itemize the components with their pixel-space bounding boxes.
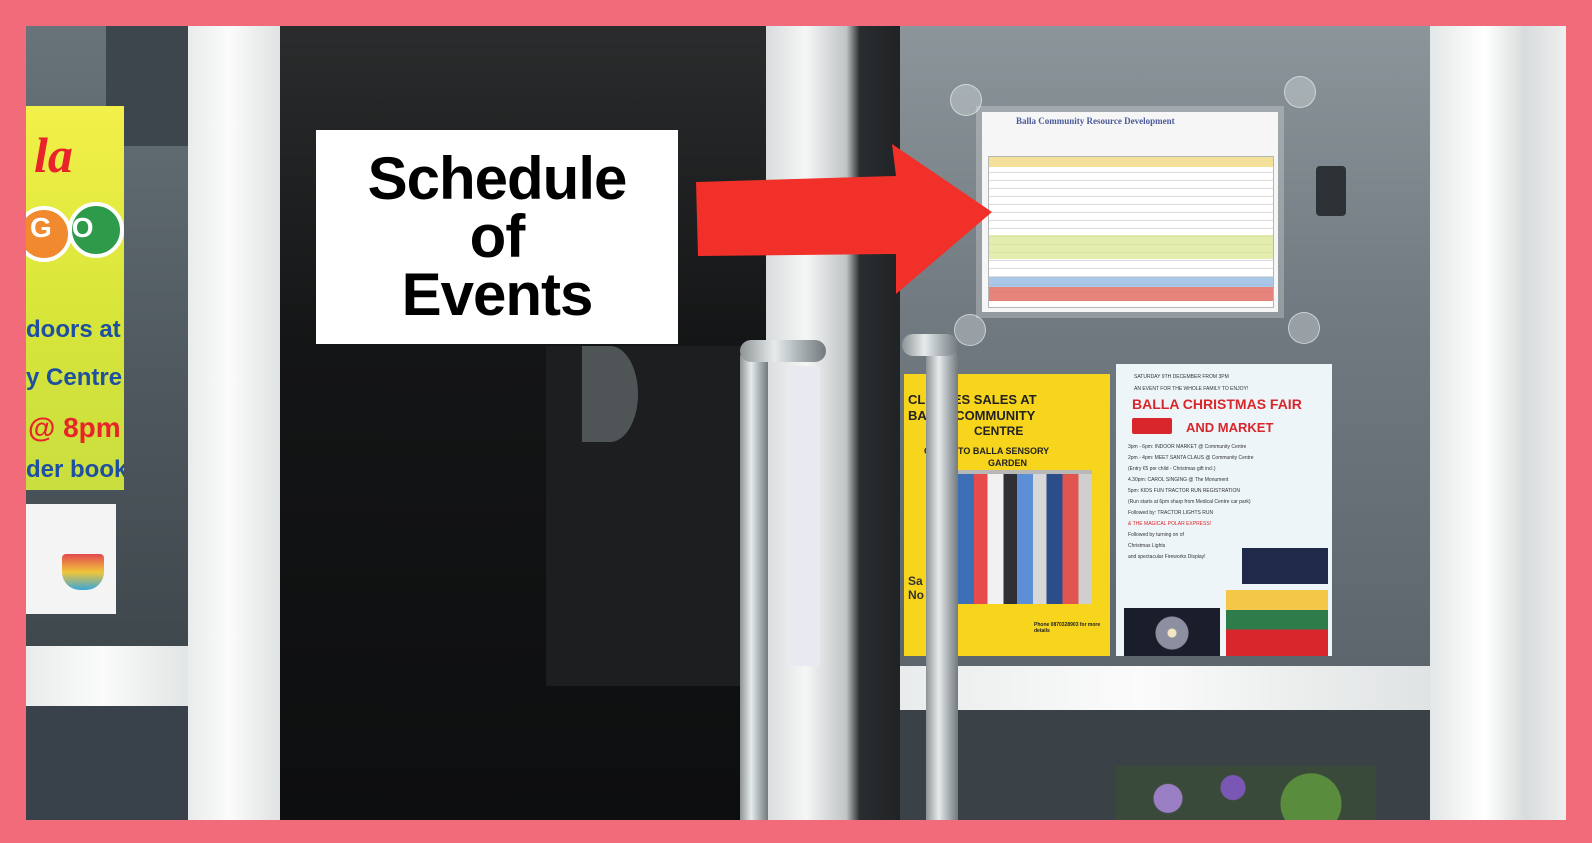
door-handle-bar xyxy=(902,334,958,356)
schedule-table-header xyxy=(989,157,1273,167)
schedule-band-red xyxy=(989,287,1273,301)
christmas-title-1: BALLA CHRISTMAS FAIR xyxy=(1132,396,1302,412)
bingo-line-1: doors at xyxy=(26,316,121,343)
christmas-item: 2pm - 4pm: MEET SANTA CLAUS @ Community … xyxy=(1128,455,1254,461)
christmas-item: 5pm: KIDS FUN TRACTOR RUN REGISTRATION xyxy=(1128,488,1240,494)
small-basket-poster xyxy=(26,504,116,614)
bingo-balls-text: GO xyxy=(30,212,114,243)
callout-text: Schedule of Events xyxy=(367,145,628,328)
left-pillar xyxy=(188,26,280,820)
christmas-header-2: AN EVENT FOR THE WHOLE FAMILY TO ENJOY! xyxy=(1134,386,1249,392)
right-window-sill xyxy=(900,666,1430,710)
door-handle-left xyxy=(740,344,768,820)
callout-line-2: of xyxy=(469,203,526,270)
left-window-lower-glass xyxy=(26,706,188,820)
left-window-sill xyxy=(26,646,196,706)
christmas-item: 4.30pm: CAROL SINGING @ The Monument xyxy=(1128,477,1229,483)
christmas-item: 3pm - 6pm: INDOOR MARKET @ Community Cen… xyxy=(1128,444,1247,450)
callout-line-1: Schedule xyxy=(367,145,628,212)
christmas-title-2: AND MARKET xyxy=(1186,420,1274,435)
christmas-item: Followed by turning on of xyxy=(1128,532,1184,538)
right-pillar xyxy=(1430,26,1566,820)
christmas-header-1: SATURDAY 9TH DECEMBER FROM 3PM xyxy=(1134,374,1229,380)
schedule-band-yellow xyxy=(989,235,1273,259)
christmas-item: & THE MAGICAL POLAR EXPRESS! xyxy=(1128,521,1212,527)
bingo-line-4: der books xyxy=(26,456,124,483)
tractor-lights-image xyxy=(1242,548,1328,584)
christmas-item-list: 3pm - 6pm: INDOOR MARKET @ Community Cen… xyxy=(1128,442,1328,563)
christmas-item: (Entry €5 per child - Christmas gift inc… xyxy=(1128,466,1216,472)
christmas-village-image xyxy=(1226,590,1328,656)
bingo-partial-word: la xyxy=(34,127,73,183)
suction-cup xyxy=(1288,312,1320,344)
red-arrow xyxy=(696,144,992,294)
suction-cup xyxy=(1284,76,1316,108)
door-handle-bar xyxy=(740,340,826,362)
interior-wall-panel xyxy=(546,346,746,686)
schedule-poster-title: Balla Community Resource Development xyxy=(1016,116,1175,126)
tractor-icon xyxy=(1132,418,1172,434)
christmas-fair-poster: SATURDAY 9TH DECEMBER FROM 3PM AN EVENT … xyxy=(1116,364,1332,656)
bingo-poster: la GO doors at y Centre @ 8pm der books xyxy=(26,106,124,490)
schedule-of-events-callout: Schedule of Events xyxy=(316,130,678,344)
suction-cup xyxy=(950,84,982,116)
flower-pot xyxy=(1116,766,1376,820)
bingo-line-2: y Centre xyxy=(26,364,123,391)
red-arrow-shape xyxy=(696,144,992,294)
bingo-line-3: @ 8pm xyxy=(28,412,121,443)
christmas-item: Followed by: TRACTOR LIGHTS RUN xyxy=(1128,510,1214,516)
door-white-cloth xyxy=(790,366,820,666)
clothes-line-3: CENTRE xyxy=(974,424,1024,438)
schedule-table xyxy=(988,156,1274,308)
clothes-contact: Phone 0870328903 for more details xyxy=(1034,622,1101,634)
street-lamp-reflection xyxy=(1316,166,1346,216)
fruit-basket-image xyxy=(62,554,104,590)
callout-line-3: Events xyxy=(401,261,594,328)
fireworks-image xyxy=(1124,608,1220,656)
storefront-photo: la GO doors at y Centre @ 8pm der books … xyxy=(26,26,1566,820)
schedule-poster: Balla Community Resource Development xyxy=(982,112,1278,312)
suction-cup xyxy=(954,314,986,346)
clothes-rack-image xyxy=(958,470,1092,604)
door-handle-right xyxy=(926,344,958,820)
clothes-line-5: GARDEN xyxy=(988,458,1028,468)
christmas-item: (Run starts at 6pm sharp from Medical Ce… xyxy=(1128,499,1251,505)
interior-mirror xyxy=(582,346,638,442)
schedule-band-blue xyxy=(989,277,1273,287)
